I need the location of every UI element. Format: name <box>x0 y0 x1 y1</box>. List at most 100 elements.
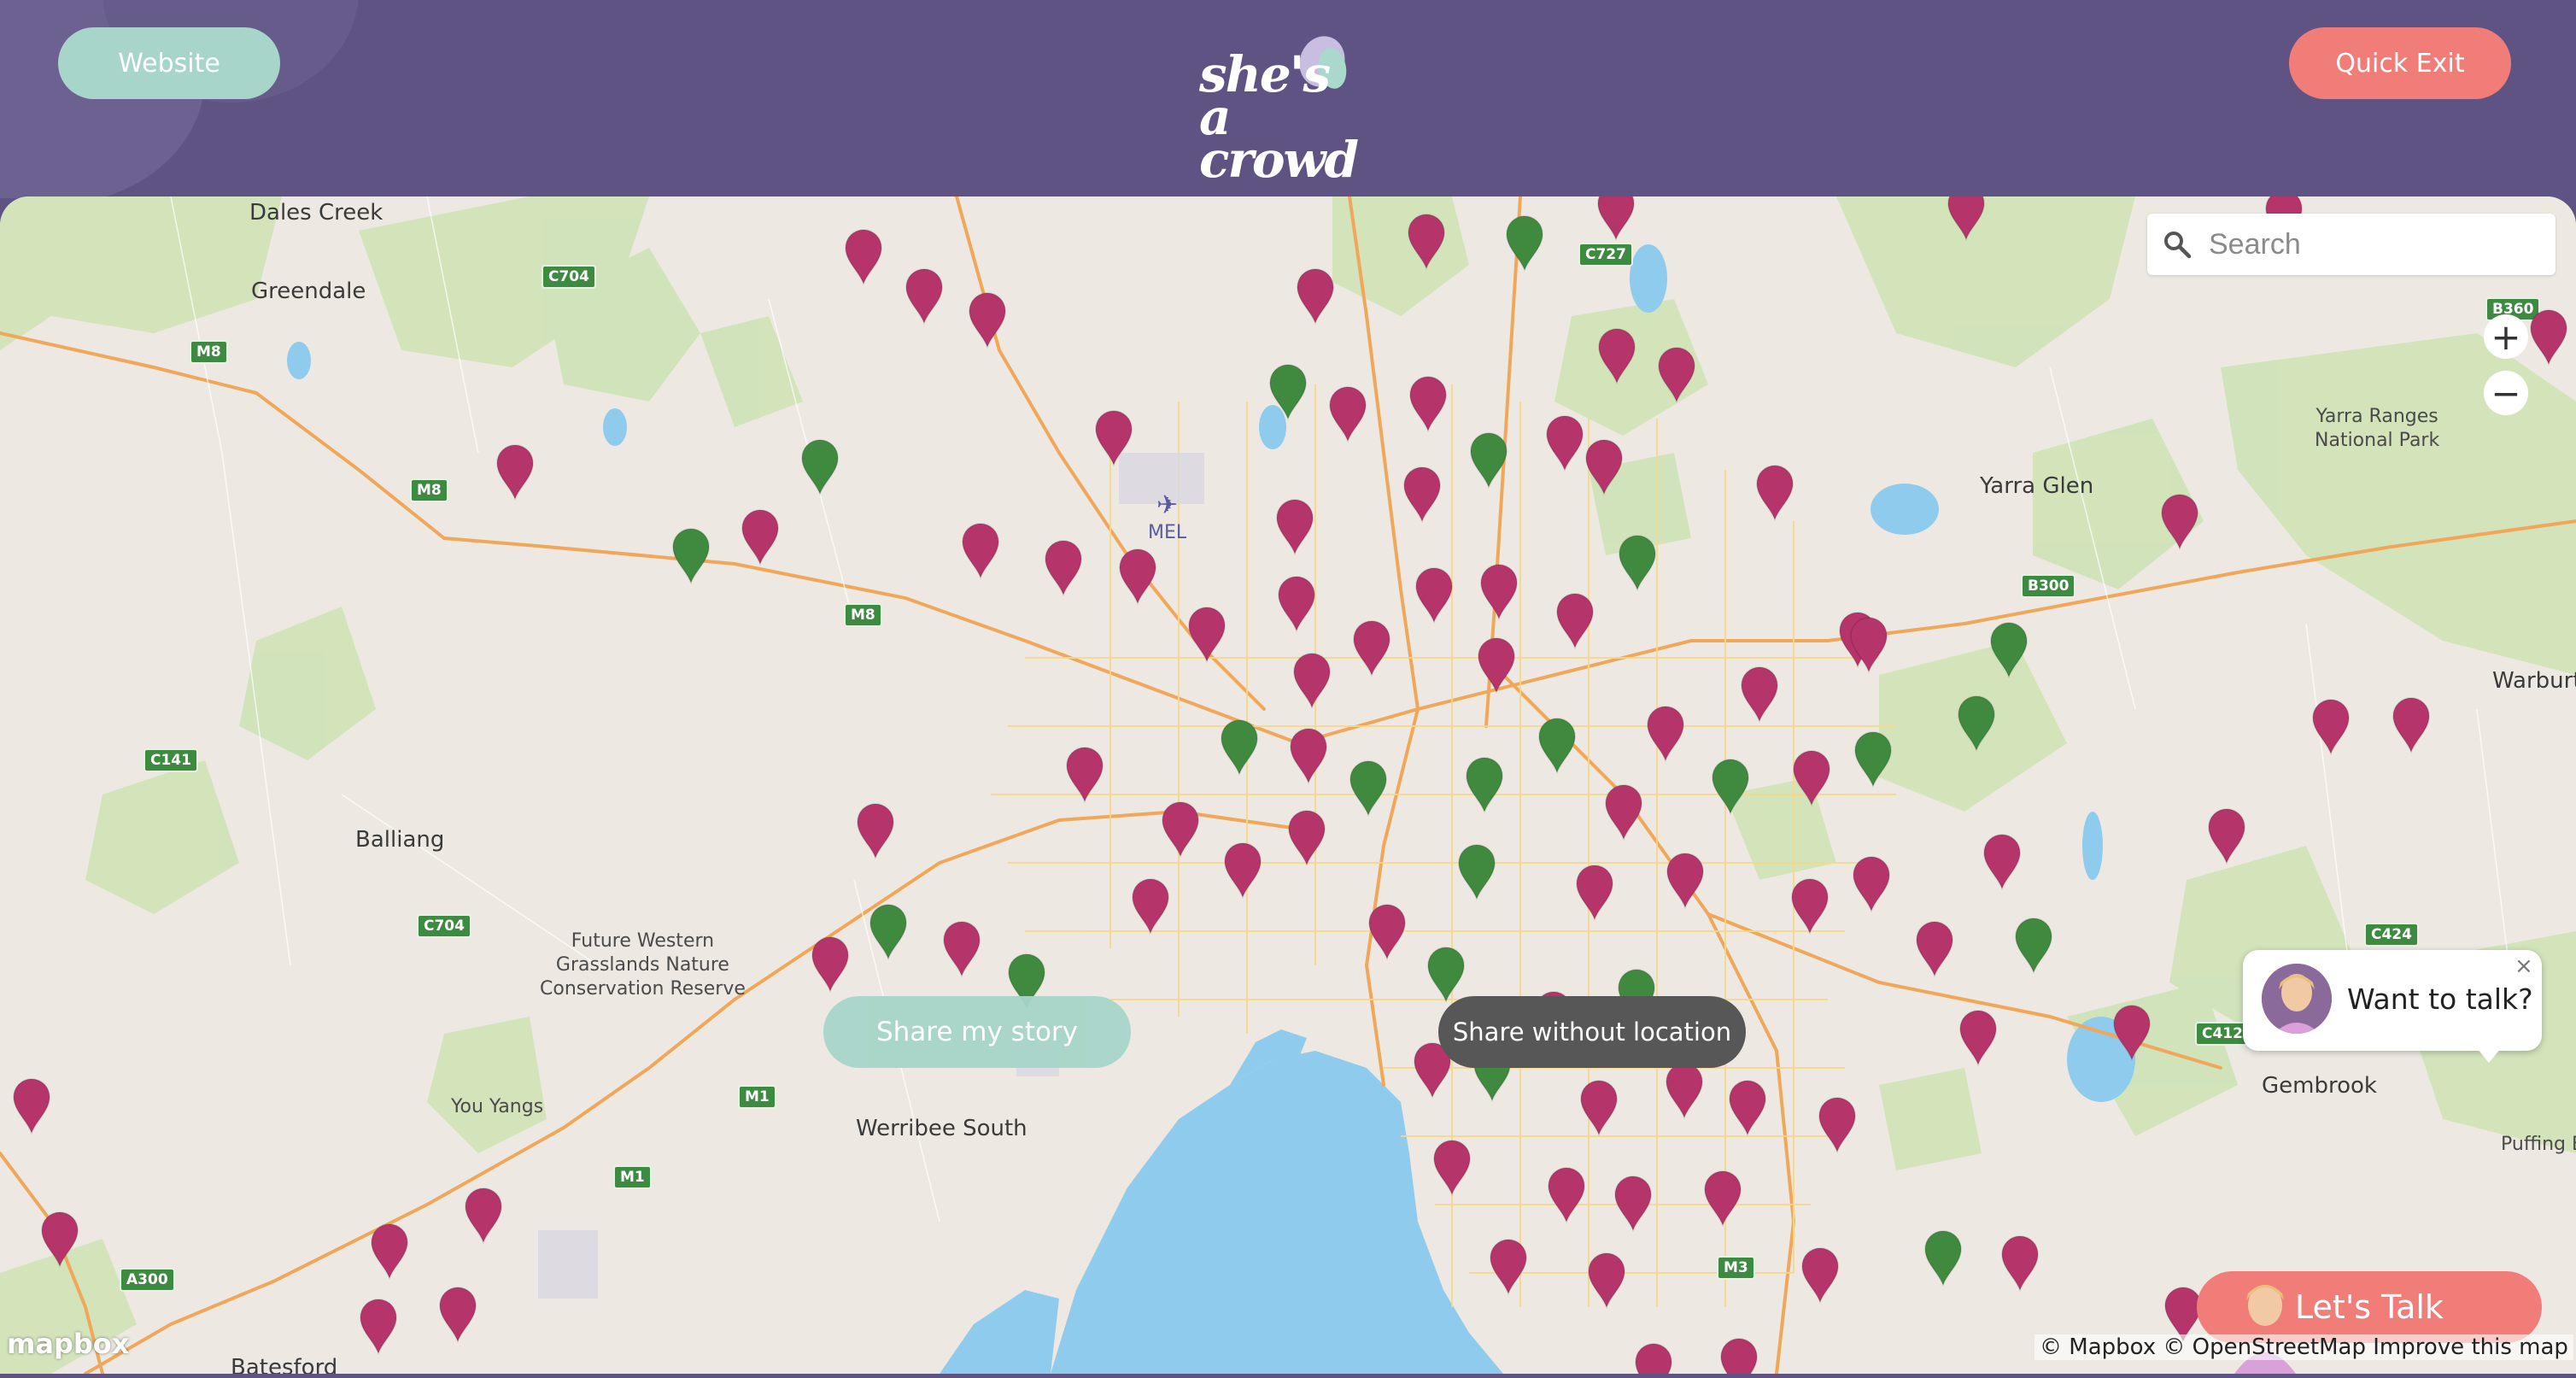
story-pin[interactable] <box>961 523 1000 580</box>
story-pin[interactable] <box>464 1187 503 1245</box>
story-pin[interactable] <box>2311 699 2351 756</box>
story-pin[interactable] <box>741 509 780 566</box>
story-pin[interactable] <box>1223 842 1262 900</box>
story-pin[interactable] <box>811 936 850 994</box>
story-pin[interactable] <box>2392 697 2431 754</box>
story-pin[interactable] <box>1292 653 1332 710</box>
support-pin[interactable] <box>800 439 840 496</box>
support-pin[interactable] <box>869 904 908 961</box>
story-pin[interactable] <box>856 803 895 860</box>
story-pin[interactable] <box>2000 1235 2040 1293</box>
story-pin[interactable] <box>2529 309 2568 366</box>
story-pin[interactable] <box>1634 1343 1673 1374</box>
osm-attribution-link[interactable]: © OpenStreetMap <box>2163 1334 2366 1360</box>
support-pin[interactable] <box>1426 947 1466 1004</box>
support-pin[interactable] <box>671 528 711 585</box>
story-pin[interactable] <box>1666 853 1705 910</box>
story-pin[interactable] <box>1547 1167 1586 1224</box>
story-pin[interactable] <box>1402 466 1442 524</box>
story-pin[interactable] <box>1065 747 1104 804</box>
story-pin[interactable] <box>1352 620 1391 677</box>
share-my-story-button[interactable]: Share my story <box>823 996 1131 1068</box>
story-pin[interactable] <box>1414 567 1454 624</box>
story-pin[interactable] <box>1665 1063 1704 1120</box>
story-pin[interactable] <box>1118 548 1157 606</box>
story-pin[interactable] <box>1328 386 1367 443</box>
story-pin[interactable] <box>1982 834 2022 891</box>
story-pin[interactable] <box>1800 1247 1840 1305</box>
chat-prompt-bubble[interactable]: Want to talk? × <box>2243 950 2542 1051</box>
quick-exit-button[interactable]: Quick Exit <box>2289 27 2511 99</box>
story-pin[interactable] <box>1408 376 1448 433</box>
story-pin[interactable] <box>1287 810 1326 867</box>
story-pin[interactable] <box>1044 540 1083 597</box>
story-pin[interactable] <box>1958 1010 1998 1067</box>
story-pin[interactable] <box>1947 196 1986 242</box>
story-pin[interactable] <box>1584 439 1624 496</box>
story-pin[interactable] <box>1728 1080 1767 1137</box>
story-pin[interactable] <box>1579 1080 1619 1137</box>
story-pin[interactable] <box>438 1287 477 1344</box>
zoom-out-button[interactable]: − <box>2484 371 2528 415</box>
story-pin[interactable] <box>1818 1097 1857 1154</box>
story-pin[interactable] <box>1555 593 1595 650</box>
share-without-location-button[interactable]: Share without location <box>1438 996 1746 1068</box>
story-pin[interactable] <box>1740 666 1779 724</box>
story-pin[interactable] <box>1131 878 1170 935</box>
support-pin[interactable] <box>1853 731 1893 789</box>
mapbox-attribution-link[interactable]: © Mapbox <box>2040 1334 2156 1360</box>
support-pin[interactable] <box>1957 695 1996 753</box>
support-pin[interactable] <box>1220 719 1259 777</box>
support-pin[interactable] <box>1711 759 1750 816</box>
support-pin[interactable] <box>1989 622 2029 679</box>
story-pin[interactable] <box>2112 1005 2152 1062</box>
story-pin[interactable] <box>1407 214 1446 271</box>
support-pin[interactable] <box>1457 844 1496 901</box>
story-pin[interactable] <box>1790 878 1830 935</box>
story-pin[interactable] <box>1575 865 1614 922</box>
website-button[interactable]: Website <box>58 27 280 99</box>
close-icon[interactable]: × <box>2515 953 2533 979</box>
support-pin[interactable] <box>2014 918 2053 975</box>
story-pin[interactable] <box>1703 1170 1742 1228</box>
story-pin[interactable] <box>1289 728 1328 785</box>
support-pin[interactable] <box>1465 757 1504 814</box>
story-pin[interactable] <box>1432 1140 1472 1197</box>
story-pin[interactable] <box>1604 784 1643 841</box>
story-pin[interactable] <box>1646 706 1685 763</box>
story-pin[interactable] <box>1657 347 1696 404</box>
story-pin[interactable] <box>1477 637 1516 695</box>
search-box[interactable] <box>2147 214 2556 275</box>
story-pin[interactable] <box>1755 465 1794 522</box>
story-pin[interactable] <box>1545 415 1584 472</box>
support-pin[interactable] <box>1505 215 1544 273</box>
story-pin[interactable] <box>905 268 944 325</box>
story-pin[interactable] <box>1915 921 1954 978</box>
map-canvas[interactable]: Dales Creek Greendale Balliang Future We… <box>0 196 2576 1374</box>
story-pin[interactable] <box>40 1211 79 1269</box>
story-pin[interactable] <box>1479 564 1519 621</box>
story-pin[interactable] <box>1597 328 1636 385</box>
story-pin[interactable] <box>12 1078 51 1135</box>
support-pin[interactable] <box>1537 718 1577 775</box>
story-pin[interactable] <box>1296 268 1335 325</box>
story-pin[interactable] <box>1852 856 1891 913</box>
story-pin[interactable] <box>1613 1176 1653 1233</box>
support-pin[interactable] <box>1268 364 1308 421</box>
support-pin[interactable] <box>1923 1230 1963 1287</box>
improve-map-link[interactable]: Improve this map <box>2373 1334 2568 1360</box>
story-pin[interactable] <box>1275 499 1314 556</box>
story-pin[interactable] <box>968 292 1007 349</box>
support-pin[interactable] <box>1469 432 1508 490</box>
story-pin[interactable] <box>370 1223 409 1281</box>
story-pin[interactable] <box>1596 196 1636 242</box>
support-pin[interactable] <box>1349 760 1388 818</box>
story-pin[interactable] <box>942 921 981 978</box>
story-pin[interactable] <box>359 1299 398 1356</box>
shes-a-crowd-logo[interactable]: she's a crowd <box>1187 31 1392 185</box>
story-pin[interactable] <box>1161 801 1200 859</box>
story-pin[interactable] <box>1719 1338 1759 1374</box>
story-pin[interactable] <box>1367 904 1407 961</box>
story-pin[interactable] <box>495 444 535 501</box>
zoom-in-button[interactable]: + <box>2484 314 2528 359</box>
